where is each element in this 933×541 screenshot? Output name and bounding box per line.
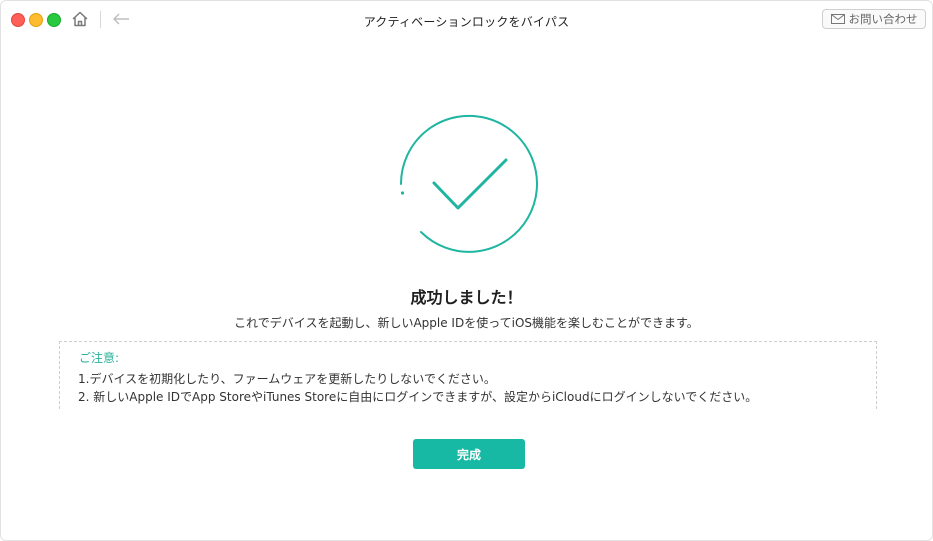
window-title: アクティベーションロックをバイパス — [363, 15, 570, 29]
success-heading: 成功しました！ — [410, 288, 523, 307]
notice-title: ご注意: — [79, 351, 120, 365]
checkmark-circle-icon — [400, 114, 538, 253]
notice-box: ご注意: 1.デバイスを初期化したり、ファームウェアを更新したりしないでください… — [59, 341, 877, 409]
contact-button[interactable]: お問い合わせ — [822, 9, 926, 29]
title-bar: アクティベーションロックをバイパス お問い合わせ — [1, 1, 932, 41]
mail-icon — [830, 14, 845, 24]
success-message: これでデバイスを起動し、新しいApple IDを使ってiOS機能を楽しむことがで… — [234, 316, 699, 330]
done-button[interactable]: 完成 — [413, 439, 525, 469]
app-window: アクティベーションロックをバイパス お問い合わせ 成功しました！ これでデバイス… — [0, 0, 933, 541]
contact-label: お問い合わせ — [848, 12, 918, 26]
notice-item: 1.デバイスを初期化したり、ファームウェアを更新したりしないでください。 — [78, 372, 496, 386]
notice-item: 2. 新しいApple IDでApp StoreやiTunes Storeに自由… — [78, 390, 758, 404]
